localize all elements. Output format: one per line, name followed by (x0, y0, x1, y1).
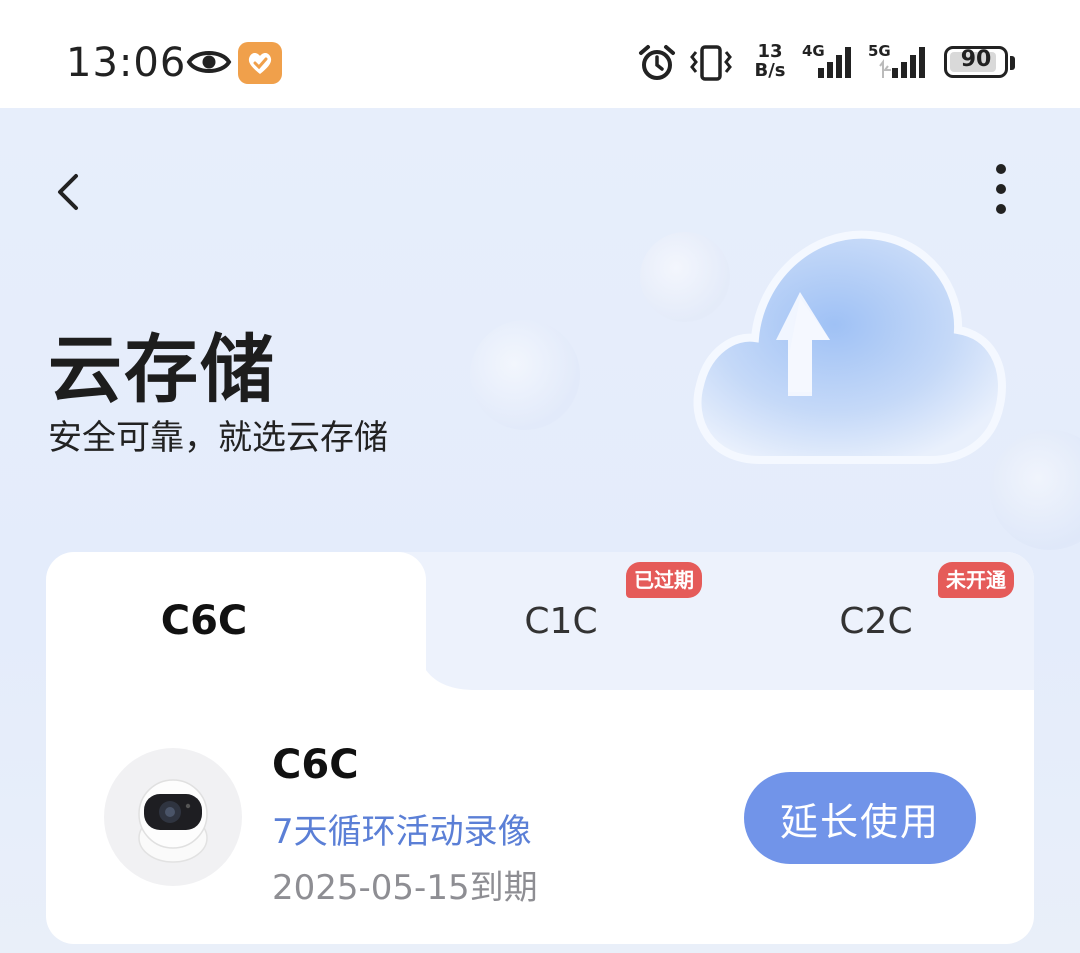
signal-icon (878, 44, 930, 84)
status-badge-expired: 已过期 (626, 562, 702, 598)
more-dot (996, 184, 1006, 194)
app-notification-icon (238, 42, 282, 84)
tab-c6c[interactable]: C6C (46, 552, 362, 690)
page-subtitle: 安全可靠，就选云存储 (48, 418, 388, 458)
more-options-button[interactable] (980, 160, 1024, 224)
speed-value: 13 (757, 41, 783, 62)
battery-nub (1010, 56, 1015, 70)
device-card: C6C C1C 已过期 C2C 未开通 C6C 7天循环活动录像 2025-05… (46, 552, 1034, 944)
status-time: 13:06 (66, 40, 187, 86)
device-name: C6C (272, 742, 359, 788)
page-title: 云存储 (48, 327, 276, 413)
tab-label: C6C (160, 598, 248, 644)
device-expiry: 2025-05-15到期 (272, 868, 538, 908)
signal-icon (812, 44, 858, 84)
alarm-icon (638, 44, 676, 86)
camera-icon (104, 748, 242, 886)
status-badge-not-activated: 未开通 (938, 562, 1014, 598)
status-bar: 13:06 13 B/s 4G 5G 90 (0, 0, 1080, 108)
speed-unit: B/s (754, 60, 786, 81)
cloud-upload-icon (690, 200, 1010, 494)
more-dot (996, 204, 1006, 214)
tab-label: C1C (524, 600, 598, 642)
battery-percent: 90 (960, 47, 992, 72)
tab-label: C2C (839, 600, 913, 642)
device-plan: 7天循环活动录像 (272, 812, 532, 852)
network-speed: 13 B/s (748, 42, 792, 80)
back-button[interactable] (40, 160, 96, 224)
battery-icon: 90 (944, 46, 1008, 78)
decorative-bubble (470, 320, 580, 430)
vibrate-icon (688, 44, 734, 86)
extend-use-button[interactable]: 延长使用 (744, 772, 976, 864)
eye-icon (186, 44, 232, 84)
more-dot (996, 164, 1006, 174)
